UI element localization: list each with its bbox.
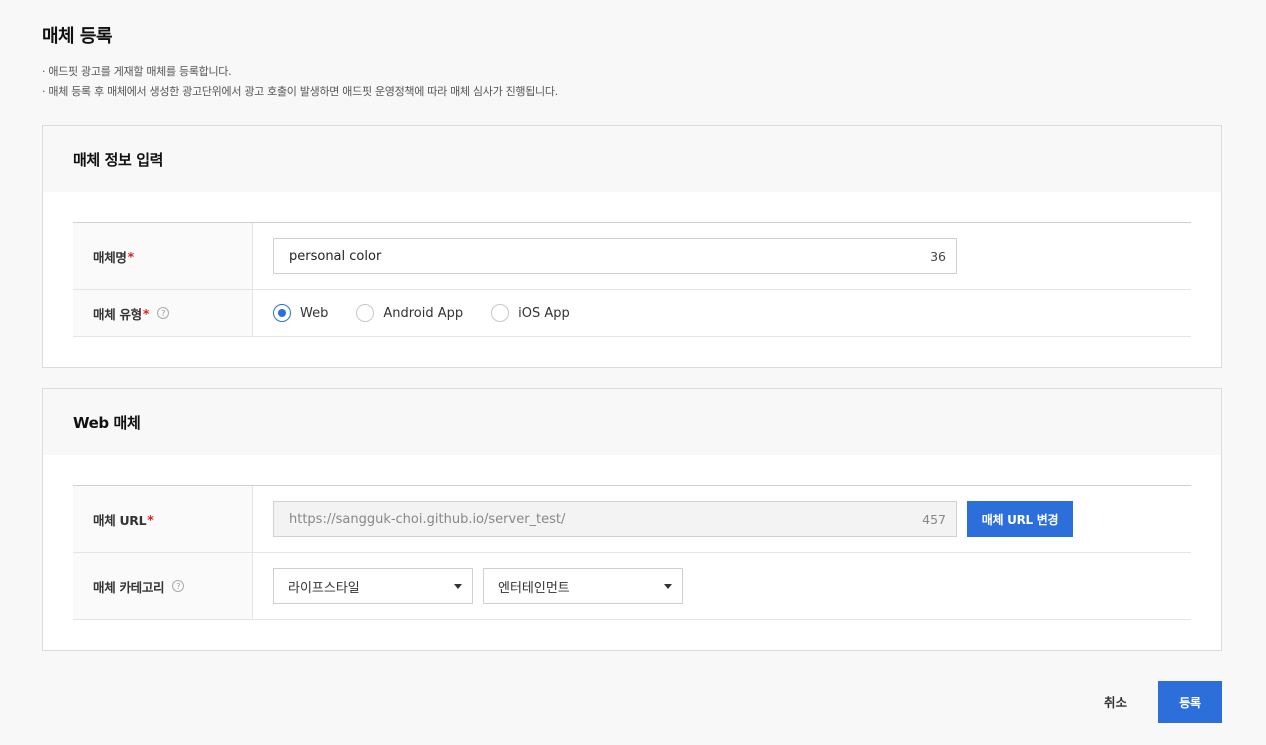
caret-down-icon: [454, 583, 462, 589]
radio-unchecked-icon[interactable]: [356, 304, 375, 322]
media-url-row: 매체 URL * https://sangguk-choi.github.io/s…: [73, 486, 1191, 553]
caret-down-icon: [664, 583, 672, 589]
category-secondary-select[interactable]: 엔터테인먼트: [483, 568, 683, 604]
required-mark: *: [127, 248, 135, 264]
web-media-form: 매체 URL * https://sangguk-choi.github.io/s…: [73, 485, 1191, 620]
radio-checked-icon[interactable]: [273, 304, 291, 322]
media-type-radio-group: Web Android App iOS App: [273, 304, 598, 322]
media-name-row: 매체명 * personal color 36: [73, 223, 1191, 290]
media-category-row: 매체 카테고리 ? 라이프스타일 엔터테인먼트: [73, 553, 1191, 620]
media-name-counter: 36: [930, 248, 946, 264]
media-info-section: 매체 정보 입력 매체명 * personal color 36 매체 유형 * ?: [42, 125, 1222, 368]
media-name-value: personal color: [289, 248, 382, 264]
radio-unchecked-icon[interactable]: [491, 304, 510, 322]
page-title: 매체 등록: [42, 26, 113, 47]
media-url-input: https://sangguk-choi.github.io/server_te…: [273, 501, 957, 537]
media-name-label: 매체명 *: [73, 223, 253, 289]
help-icon[interactable]: ?: [157, 307, 170, 319]
page-description: · 애드핏 광고를 게재할 매체를 등록합니다. · 매체 등록 후 매체에서 …: [42, 62, 558, 102]
category-primary-select[interactable]: 라이프스타일: [273, 568, 473, 604]
web-media-section-title: Web 매체: [43, 389, 1221, 455]
description-line-1: · 애드핏 광고를 게재할 매체를 등록합니다.: [42, 65, 232, 78]
media-name-input[interactable]: personal color 36: [273, 238, 957, 274]
media-url-value: https://sangguk-choi.github.io/server_te…: [289, 511, 566, 527]
media-url-counter: 457: [922, 511, 946, 527]
web-media-section: Web 매체 매체 URL * https://sangguk-choi.gith…: [42, 388, 1222, 651]
cancel-button[interactable]: 취소: [1104, 692, 1127, 711]
radio-ios-app[interactable]: iOS App: [491, 304, 570, 322]
media-url-label: 매체 URL *: [73, 486, 253, 552]
required-mark: *: [142, 305, 150, 321]
submit-button[interactable]: 등록: [1158, 681, 1222, 723]
radio-web[interactable]: Web: [273, 304, 328, 322]
help-icon[interactable]: ?: [172, 580, 185, 592]
required-mark: *: [147, 511, 154, 527]
description-line-2: · 매체 등록 후 매체에서 생성한 광고단위에서 광고 호출이 발생하면 애드…: [42, 85, 558, 98]
media-info-form: 매체명 * personal color 36 매체 유형 * ? Web An…: [73, 222, 1191, 337]
media-info-section-title: 매체 정보 입력: [43, 126, 1221, 192]
change-url-button[interactable]: 매체 URL 변경: [967, 501, 1073, 537]
media-type-row: 매체 유형 * ? Web Android App iOS App: [73, 290, 1191, 337]
media-category-label: 매체 카테고리 ?: [73, 553, 253, 619]
radio-android-app[interactable]: Android App: [356, 304, 463, 322]
media-type-label: 매체 유형 * ?: [73, 290, 253, 336]
